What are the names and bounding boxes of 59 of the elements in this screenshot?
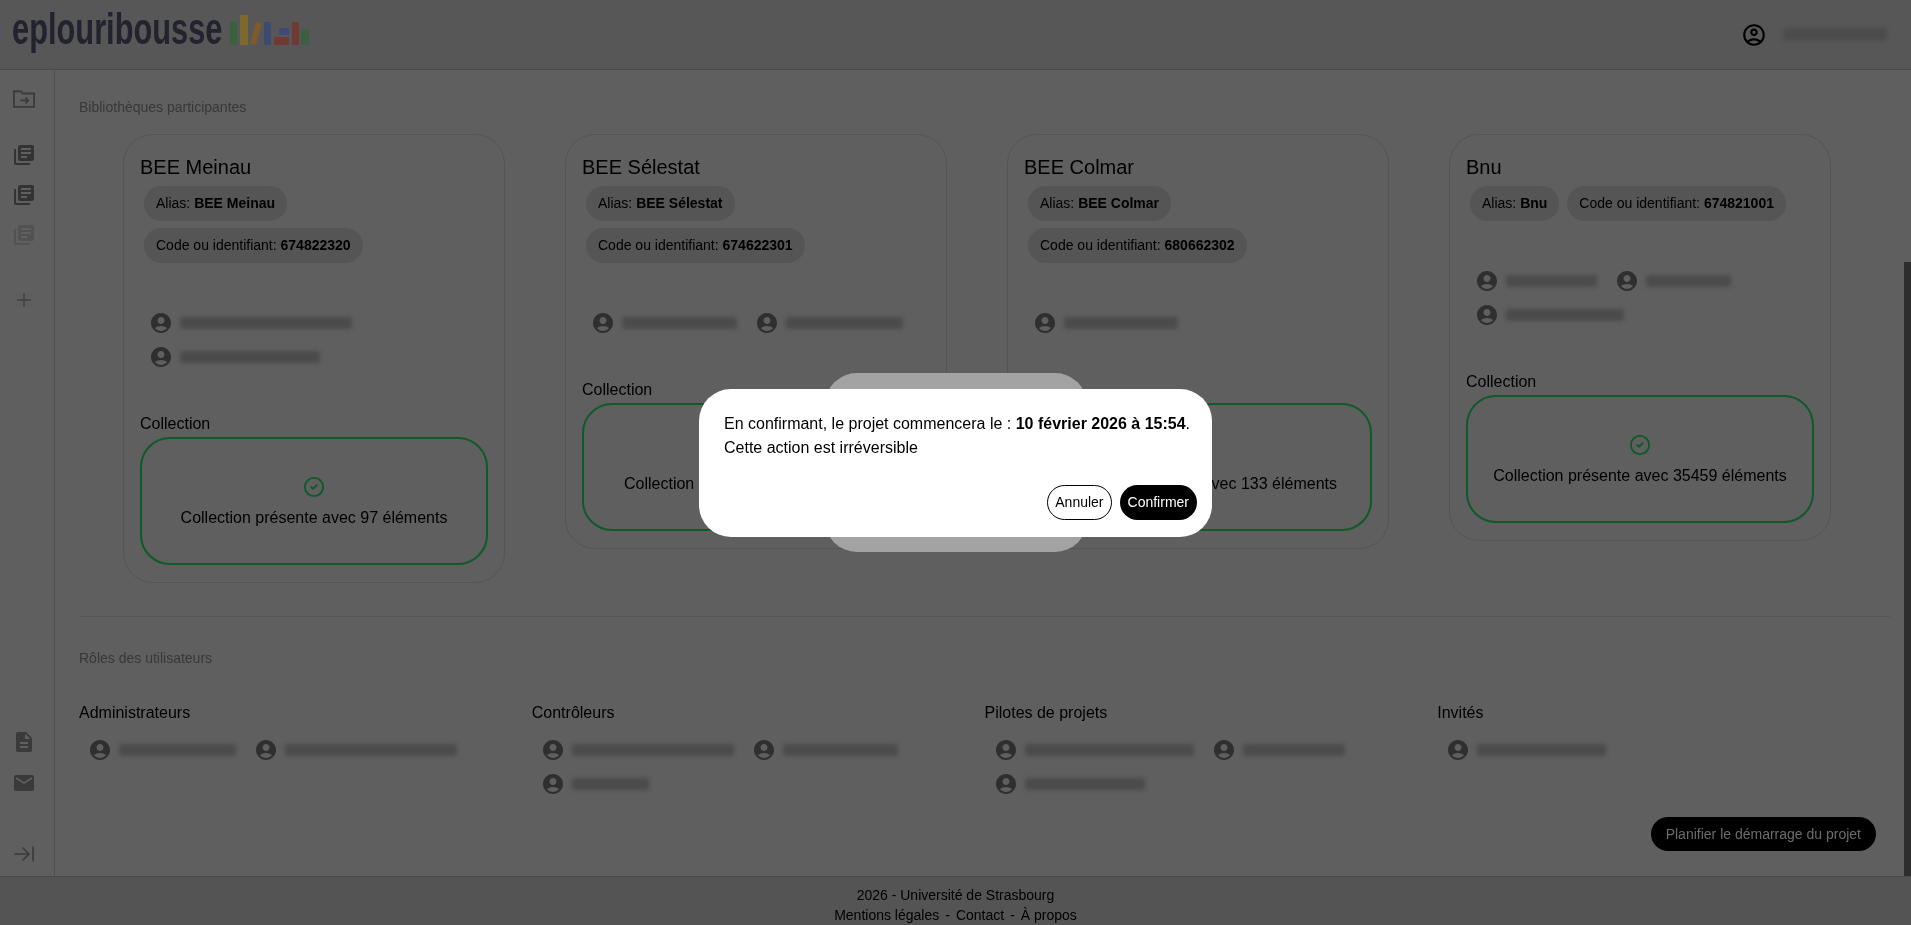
user-avatar-icon [591,311,615,335]
library-tag: Alias: BEE Colmar [1028,186,1172,221]
user-avatar-icon [1446,738,1471,762]
books-logo-icon [230,15,309,45]
scrollbar-thumb[interactable] [1904,262,1911,876]
check-circle-icon [1629,433,1651,456]
user-avatar-icon [149,345,173,369]
confirm-button[interactable]: Confirmer [1119,484,1197,520]
footer-link[interactable]: Contact [955,905,1005,925]
role-title: Contrôleurs [531,703,616,722]
library-name: BEE Colmar [1024,155,1136,179]
user-avatar-icon [1615,269,1639,293]
user-avatar-icon [1475,269,1499,293]
library-books-icon[interactable] [12,183,36,207]
footer-separator: - [1010,906,1015,925]
user-avatar-icon [88,738,112,762]
user-account-icon[interactable] [1741,21,1767,48]
library-tag: Code ou identifiant: 674622301 [586,228,805,263]
library-tag: Code ou identifiant: 674822320 [144,228,363,263]
user-avatar-icon [254,738,278,762]
dialog-warning: Cette action est irréversible [724,437,919,458]
library-tag: Code ou identifiant: 680662302 [1028,228,1247,263]
library-tag: Alias: Bnu [1470,186,1560,221]
check-circle-icon [303,475,325,498]
dialog-message: En confirmant, le projet commencera le : 10 février 2026 à 15:54. [724,413,1192,434]
collection-label: Collection [140,414,212,433]
user-avatar-icon [1211,738,1236,762]
library-name: BEE Meinau [140,155,253,179]
plan-start-button[interactable]: Planifier le démarrage du projet [1650,817,1876,851]
user-avatar-icon [149,311,173,335]
collection-label: Collection [582,380,654,399]
user-avatar-icon [993,772,1018,796]
role-title: Invités [1437,703,1485,722]
library-name: BEE Sélestat [582,155,701,179]
footer-link[interactable]: Mentions légales [834,905,940,925]
role-title: Administrateurs [79,703,192,722]
user-avatar-icon [1475,303,1499,327]
user-avatar-icon [993,738,1018,762]
user-avatar-icon [540,738,565,762]
collection-status-text: Collection présente avec 35459 éléments [1493,465,1787,485]
cancel-button[interactable]: Annuler [1047,484,1112,520]
user-avatar-icon [540,772,565,796]
footer-text: 2026 - Université de Strasbourg [856,886,1055,905]
folder-arrow-icon[interactable] [13,90,35,108]
library-books-icon[interactable] [12,143,36,167]
collection-status-text: Collection présente avec 97 éléments [180,507,448,527]
user-avatar-icon [751,738,776,762]
role-title: Pilotes de projets [984,703,1109,722]
collection-label: Collection [1466,372,1538,391]
collection-status-text: Collection [624,473,695,493]
footer-link[interactable]: À propos [1020,905,1077,925]
footer-separator: - [945,906,950,925]
library-tag: Alias: BEE Meinau [144,186,288,221]
user-avatar-icon [755,311,779,335]
library-tag: Code ou identifiant: 674821001 [1567,186,1786,221]
library-tag: Alias: BEE Sélestat [586,186,735,221]
collection-status-text: vec 133 éléments [1211,473,1337,493]
user-avatar-icon [1033,311,1057,335]
library-name: Bnu [1466,155,1503,179]
